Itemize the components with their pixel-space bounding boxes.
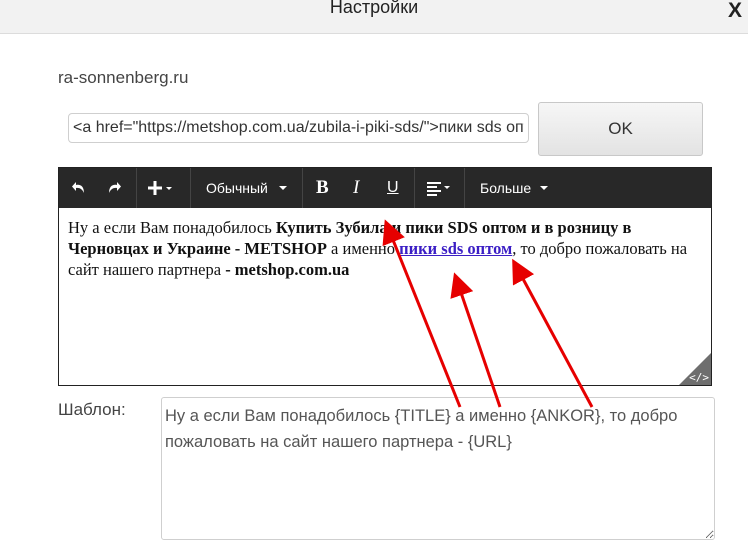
rich-text-editor: Обычный B I U Больше Ну а если Вам понад… <box>58 167 712 386</box>
editor-text-part: Ну а если Вам понадобилось <box>68 218 276 237</box>
dialog-titlebar: Настройки X <box>0 0 748 34</box>
paragraph-format-dropdown[interactable]: Обычный <box>206 168 290 208</box>
underline-button[interactable]: U <box>387 168 399 208</box>
italic-button[interactable]: I <box>353 168 359 208</box>
code-icon[interactable]: </> <box>689 371 709 384</box>
editor-url-bold: - metshop.com.ua <box>225 260 350 279</box>
undo-icon[interactable] <box>71 168 87 208</box>
template-label: Шаблон: <box>58 400 126 419</box>
toolbar-divider <box>414 168 415 208</box>
toolbar-divider <box>464 168 465 208</box>
more-dropdown[interactable]: Больше <box>480 168 551 208</box>
editor-text-part: а именно <box>326 239 400 258</box>
paragraph-format-label: Обычный <box>206 180 268 196</box>
editor-anchor-link[interactable]: пики sds оптом <box>399 239 512 258</box>
insert-plus-icon[interactable] <box>148 168 176 208</box>
align-left-icon[interactable] <box>427 168 455 208</box>
close-button[interactable]: X <box>728 0 742 23</box>
redo-icon[interactable] <box>106 168 122 208</box>
link-input[interactable] <box>68 113 529 143</box>
ok-button[interactable]: OK <box>538 102 703 156</box>
bold-button[interactable]: B <box>316 168 329 208</box>
more-label: Больше <box>480 180 532 196</box>
site-domain: ra-sonnenberg.ru <box>58 68 189 87</box>
toolbar-divider <box>190 168 191 208</box>
editor-content[interactable]: Ну а если Вам понадобилось Купить Зубила… <box>68 217 696 280</box>
template-textarea[interactable]: Ну а если Вам понадобилось {TITLE} а име… <box>161 397 715 540</box>
toolbar-divider <box>136 168 137 208</box>
dialog-title: Настройки <box>329 0 419 17</box>
editor-toolbar: Обычный B I U Больше <box>59 168 711 208</box>
toolbar-divider <box>302 168 303 208</box>
